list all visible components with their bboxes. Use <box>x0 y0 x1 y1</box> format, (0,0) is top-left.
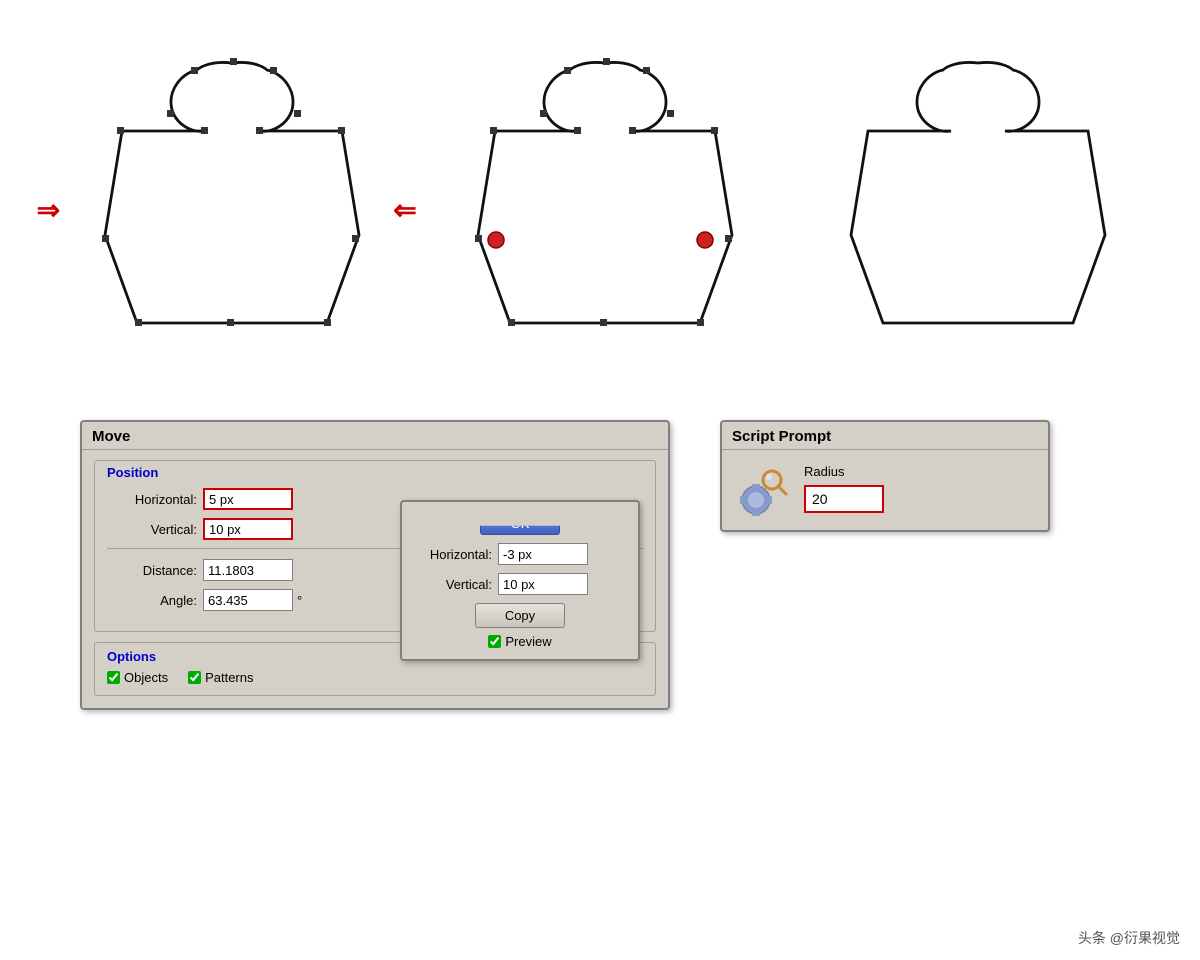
ok-button[interactable]: OK <box>480 512 560 535</box>
options-row: Objects Patterns <box>107 670 643 685</box>
shape1-svg <box>87 55 377 365</box>
degree-symbol: ° <box>297 593 302 608</box>
watermark: 头条 @衍果视觉 <box>1078 928 1180 948</box>
sub-vertical-label: Vertical: <box>412 577 492 592</box>
distance-input[interactable] <box>203 559 293 581</box>
sub-horizontal-row: Horizontal: <box>412 543 628 565</box>
radius-label: Radius <box>804 464 884 479</box>
vertical-label: Vertical: <box>107 522 197 537</box>
script-dialog: Script Prompt Radius <box>720 420 1050 532</box>
angle-input[interactable] <box>203 589 293 611</box>
shape2-container <box>440 45 760 375</box>
patterns-checkbox[interactable] <box>188 671 201 684</box>
vertical-input[interactable] <box>203 518 293 540</box>
objects-checkbox-label[interactable]: Objects <box>107 670 168 685</box>
script-dialog-title: Script Prompt <box>722 422 1048 450</box>
shapes-area: ⇒ ⇐ <box>0 20 1200 400</box>
preview-label: Preview <box>505 634 551 649</box>
objects-label: Objects <box>124 670 168 685</box>
position-label: Position <box>107 465 643 480</box>
preview-row: Preview <box>412 634 628 649</box>
sub-horizontal-input[interactable] <box>498 543 588 565</box>
sub-vertical-input[interactable] <box>498 573 588 595</box>
radius-input[interactable] <box>804 485 884 513</box>
patterns-label: Patterns <box>205 670 253 685</box>
horizontal-input[interactable] <box>203 488 293 510</box>
right-arrow-icon: ⇐ <box>393 194 416 227</box>
horizontal-label: Horizontal: <box>107 492 197 507</box>
sub-horizontal-label: Horizontal: <box>412 547 492 562</box>
copy-button[interactable]: Copy <box>475 603 565 628</box>
left-arrow-icon: ⇒ <box>37 194 60 227</box>
script-content: Radius <box>722 450 1048 530</box>
distance-label: Distance: <box>107 563 197 578</box>
shape3-svg <box>833 55 1123 365</box>
script-icon <box>738 464 790 516</box>
move-dialog-title: Move <box>82 422 668 450</box>
preview-checkbox[interactable] <box>488 635 501 648</box>
objects-checkbox[interactable] <box>107 671 120 684</box>
shape3-container <box>813 45 1133 375</box>
shape1-container: ⇒ ⇐ <box>67 45 387 375</box>
angle-label: Angle: <box>107 593 197 608</box>
script-right: Radius <box>804 464 884 513</box>
sub-dialog: OK Horizontal: Vertical: Copy Preview <box>400 500 640 661</box>
sub-vertical-row: Vertical: <box>412 573 628 595</box>
shape2-svg <box>460 55 750 365</box>
patterns-checkbox-label[interactable]: Patterns <box>188 670 253 685</box>
